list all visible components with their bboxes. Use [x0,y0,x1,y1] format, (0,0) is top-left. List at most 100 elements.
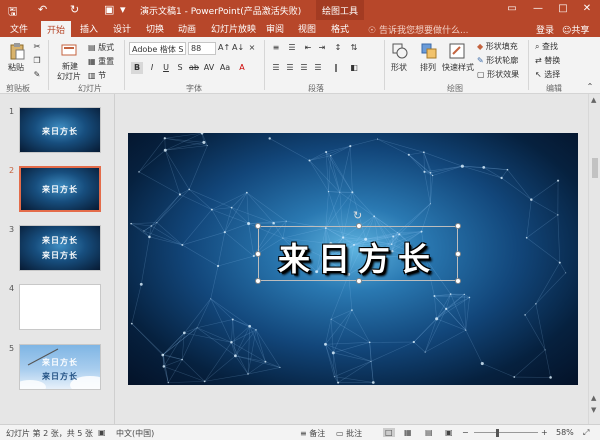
resize-handle[interactable] [356,278,362,284]
decrease-font-icon[interactable]: A↓ [232,42,244,54]
shapes-button[interactable]: 形状 [391,62,407,73]
quick-styles-icon[interactable] [448,42,466,60]
resize-handle[interactable] [455,251,461,257]
language-status[interactable]: 中文(中国) [116,428,154,439]
tab-format[interactable]: 格式 [331,22,349,35]
resize-handle[interactable] [255,278,261,284]
section-button[interactable]: ▥ 节 [88,70,106,81]
slide-thumbnail-2[interactable]: 来日方长 [19,166,101,212]
font-color-icon[interactable]: A [236,62,248,74]
paste-icon[interactable] [8,42,26,60]
share-button[interactable]: ☺共享 [562,23,589,36]
align-left-icon[interactable]: ☰ [270,62,282,74]
tell-me-box[interactable]: ☉ 告诉我您想要做什么... [368,23,469,36]
format-painter-icon[interactable]: ✎ [31,69,43,81]
slide-thumbnail-3[interactable]: 来日方长 来日方长 [19,225,101,271]
redo-icon[interactable]: ↻ [70,3,79,16]
shape-effects-button[interactable]: ▢ 形状效果 [477,69,519,80]
minimize-button[interactable]: — [531,2,545,16]
tab-home[interactable]: 开始 [41,21,72,37]
notes-button[interactable]: ≡ 备注 [300,428,325,439]
char-spacing-icon[interactable]: AV [203,62,215,74]
text-direction-icon[interactable]: ⇅ [348,42,360,54]
undo-icon[interactable]: ↶ [38,3,47,16]
shape-outline-button[interactable]: ✎ 形状轮廓 [477,55,518,66]
slide-thumbnail-4[interactable] [19,284,101,330]
scrollbar-thumb[interactable] [592,158,598,178]
paste-button[interactable]: 粘贴 [8,62,24,73]
find-button[interactable]: ⌕ 查找 [535,41,558,52]
resize-handle[interactable] [455,278,461,284]
shadow-icon[interactable]: S [174,62,186,74]
copy-icon[interactable]: ❐ [31,55,43,67]
tab-slideshow[interactable]: 幻灯片放映 [211,22,256,35]
rotate-handle-icon[interactable]: ↻ [353,209,362,222]
comments-button[interactable]: ▭ 批注 [336,428,362,439]
new-slide-icon[interactable] [60,42,78,60]
prev-slide-icon[interactable]: ▲ [591,394,596,402]
italic-icon[interactable]: I [146,62,158,74]
shapes-icon[interactable] [391,42,409,60]
decrease-indent-icon[interactable]: ⇤ [302,42,314,54]
underline-icon[interactable]: U [160,62,172,74]
reset-button[interactable]: ▦ 重置 [88,56,114,67]
bullets-icon[interactable]: ≡ [270,42,282,54]
resize-handle[interactable] [356,223,362,229]
tab-view[interactable]: 视图 [298,22,316,35]
smartart-icon[interactable]: ◧ [348,62,360,74]
slide-sorter-icon[interactable]: ▦ [404,428,412,437]
bold-icon[interactable]: B [131,62,143,74]
maximize-button[interactable]: □ [556,2,570,16]
font-size-combo[interactable]: 88 [188,42,216,55]
justify-icon[interactable]: ☰ [312,62,324,74]
align-right-icon[interactable]: ☰ [298,62,310,74]
tab-design[interactable]: 设计 [113,22,131,35]
resize-handle[interactable] [455,223,461,229]
slideshow-view-icon[interactable]: ▣ [445,428,453,437]
collapse-ribbon-icon[interactable]: ⌃ [584,81,596,93]
layout-button[interactable]: ▤ 版式 [88,42,114,53]
arrange-button[interactable]: 排列 [420,62,436,73]
quick-styles-button[interactable]: 快速样式 [442,62,474,73]
tab-file[interactable]: 文件 [10,22,28,35]
replace-button[interactable]: ⇄ 替换 [535,55,560,66]
change-case-icon[interactable]: Aa [219,62,231,74]
customize-qat-icon[interactable]: ▾ [120,3,126,16]
resize-handle[interactable] [255,223,261,229]
zoom-in-icon[interactable]: + [541,428,548,437]
numbering-icon[interactable]: ☰ [286,42,298,54]
slide-thumbnail-1[interactable]: 来日方长 [19,107,101,153]
next-slide-icon[interactable]: ▼ [591,406,596,414]
tab-animations[interactable]: 动画 [178,22,196,35]
ribbon-display-icon[interactable]: ▭ [505,2,519,16]
shape-fill-button[interactable]: ◆ 形状填充 [477,41,518,52]
select-button[interactable]: ↖ 选择 [535,69,560,80]
font-name-combo[interactable]: Adobe 楷体 S [129,42,186,55]
align-center-icon[interactable]: ☰ [284,62,296,74]
arrange-icon[interactable] [420,42,438,60]
fit-to-window-icon[interactable]: ⤢ [583,428,589,438]
tab-transitions[interactable]: 切换 [146,22,164,35]
clear-format-icon[interactable]: ⨯ [246,42,258,54]
cut-icon[interactable]: ✂ [31,41,43,53]
zoom-out-icon[interactable]: − [462,428,469,437]
increase-font-icon[interactable]: A↑ [218,42,230,54]
sign-in-link[interactable]: 登录 [536,23,554,36]
current-slide[interactable]: ↻ 来日方长 [128,133,578,385]
title-textbox[interactable]: 来日方长 [255,223,461,284]
zoom-level[interactable]: 58% [556,428,574,437]
scroll-up-icon[interactable]: ▲ [591,96,596,104]
reading-view-icon[interactable]: ▤ [425,428,433,437]
increase-indent-icon[interactable]: ⇥ [316,42,328,54]
vertical-scrollbar[interactable]: ▲ ▲ ▼ [588,94,600,424]
zoom-slider[interactable] [474,432,538,433]
zoom-slider-thumb[interactable] [496,429,499,437]
spellcheck-icon[interactable]: ▣ [98,428,106,437]
close-button[interactable]: ✕ [580,2,594,16]
columns-icon[interactable]: ‖ [330,62,342,74]
strikethrough-icon[interactable]: ab [188,62,200,74]
normal-view-icon[interactable]: □ [383,428,395,437]
slide-thumbnail-5[interactable]: 来日方长 来日方长 [19,344,101,390]
resize-handle[interactable] [255,251,261,257]
line-spacing-icon[interactable]: ↕ [332,42,344,54]
